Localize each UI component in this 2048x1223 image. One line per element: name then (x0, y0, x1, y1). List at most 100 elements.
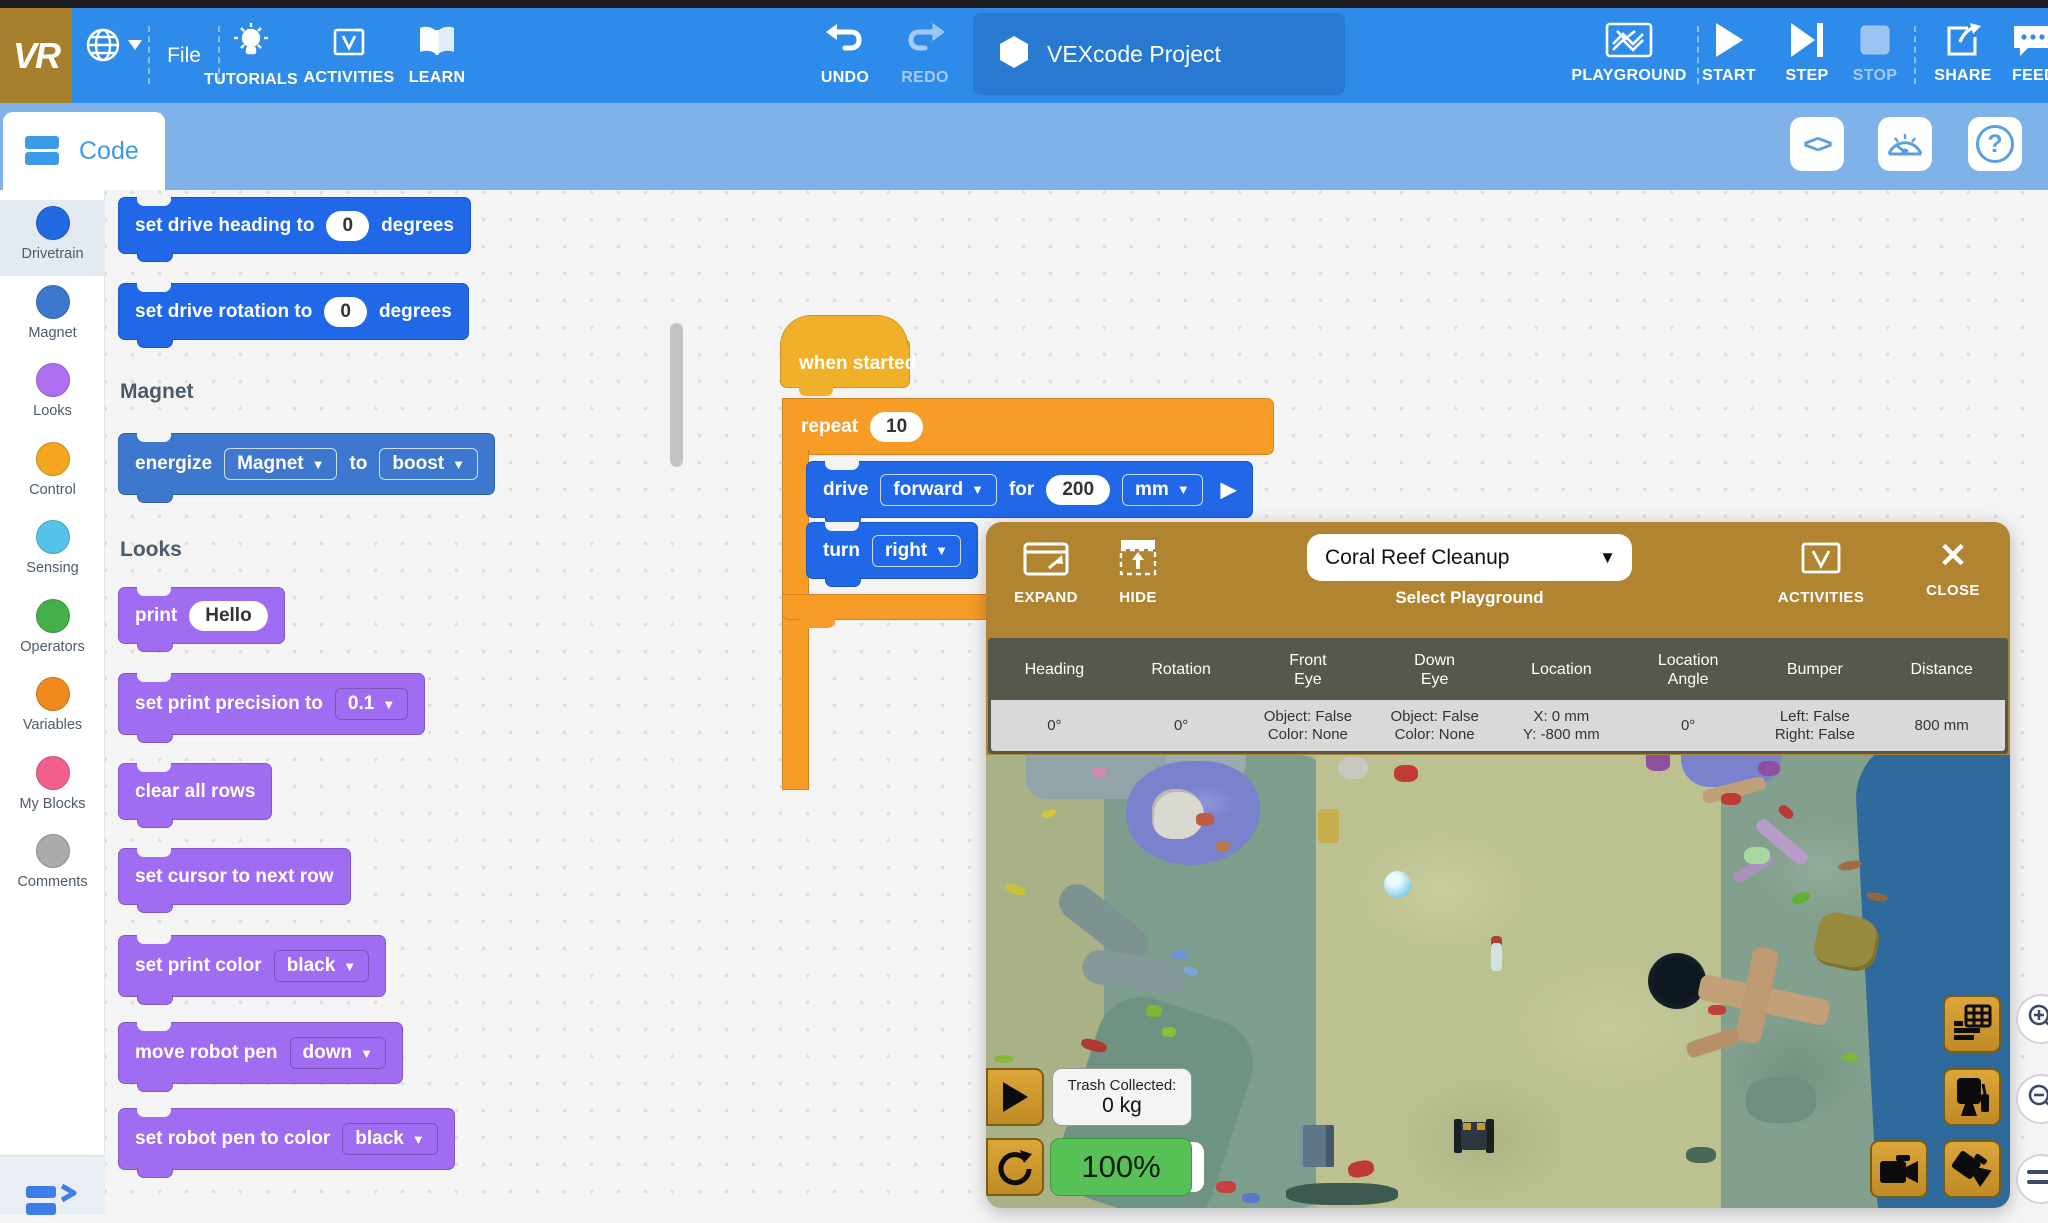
palette-block-set-drive-rotation[interactable]: set drive rotation to 0 degrees (118, 283, 469, 340)
number-input[interactable]: 0 (326, 211, 369, 241)
palette-block-set-print-precision[interactable]: set print precision to 0.1▼ (118, 673, 425, 735)
script-block-repeat[interactable]: repeat 10 (782, 398, 1274, 455)
run-block-icon[interactable]: ▶ (1221, 477, 1236, 502)
sidebar-item-variables[interactable]: Variables (0, 671, 105, 747)
help-button[interactable]: ? (1968, 117, 2022, 171)
pen-color-dropdown[interactable]: black▼ (342, 1123, 437, 1155)
learn-button[interactable]: LEARN (392, 24, 482, 87)
precision-dropdown[interactable]: 0.1▼ (335, 688, 408, 720)
undo-button[interactable]: UNDO (805, 22, 885, 87)
palette-block-clear-all-rows[interactable]: clear all rows (118, 763, 272, 820)
turn-direction-dropdown[interactable]: right▼ (872, 535, 961, 567)
activities-button[interactable]: ACTIVITIES (294, 24, 404, 87)
variables-color-dot (36, 677, 70, 711)
script-block-turn[interactable]: turn right▼ (806, 522, 978, 579)
script-block-drive[interactable]: drive forward▼ for 200 mm▼ ▶ (806, 461, 1253, 518)
playground-activities-button[interactable]: ACTIVITIES (1758, 538, 1884, 606)
checklist-icon (331, 24, 367, 65)
speech-bubble-icon (2012, 22, 2048, 63)
robot-monitor-icon (1953, 1076, 1991, 1118)
chevron-down-icon: ▼ (312, 457, 325, 472)
boost-dropdown[interactable]: boost▼ (379, 448, 478, 480)
sidebar-item-drivetrain[interactable]: Drivetrain (0, 200, 105, 276)
step-icon (1789, 22, 1825, 63)
menu-lines-icon (2027, 1166, 2048, 1193)
olive-rock (1811, 909, 1883, 975)
code-angle-brackets-icon: <> (1803, 129, 1831, 160)
redo-button[interactable]: REDO (885, 22, 965, 87)
robot-view-button[interactable] (1943, 1068, 2001, 1126)
close-playground-button[interactable]: ✕ CLOSE (1918, 538, 1988, 599)
start-icon (1714, 22, 1744, 63)
distance-input[interactable]: 200 (1046, 475, 1110, 505)
palette-block-set-cursor-next-row[interactable]: set cursor to next row (118, 848, 351, 905)
video-camera-button[interactable] (1870, 1140, 1928, 1198)
play-icon (1000, 1080, 1030, 1114)
step-button[interactable]: STEP (1778, 22, 1836, 85)
chevron-down-icon: ▼ (1599, 548, 1616, 568)
palette-scrollbar[interactable] (670, 323, 683, 467)
palette-block-energize[interactable]: energize Magnet▼ to boost▼ (118, 433, 495, 495)
repeat-count-input[interactable]: 10 (870, 412, 923, 442)
palette-block-move-robot-pen[interactable]: move robot pen down▼ (118, 1022, 403, 1084)
camera-angle-button[interactable] (1943, 1140, 2001, 1198)
magnet-dropdown[interactable]: Magnet▼ (224, 448, 337, 480)
start-button[interactable]: START (1700, 22, 1758, 85)
unit-dropdown[interactable]: mm▼ (1122, 474, 1203, 506)
tab-code[interactable]: Code (3, 112, 165, 190)
sensor-table-header: Heading Rotation Front Eye Down Eye Loca… (991, 641, 2005, 700)
sidebar-item-operators[interactable]: Operators (0, 593, 105, 669)
palette-block-set-print-color[interactable]: set print color black▼ (118, 935, 386, 997)
control-color-dot (36, 442, 70, 476)
video-camera-icon (1878, 1151, 1920, 1187)
text-input[interactable]: Hello (189, 601, 267, 631)
reset-project-button[interactable] (986, 1138, 1044, 1196)
select-playground-label: Select Playground (1307, 588, 1632, 608)
code-viewer-button[interactable]: <> (1790, 117, 1844, 171)
palette-block-set-drive-heading[interactable]: set drive heading to 0 degrees (118, 197, 471, 254)
book-icon (416, 24, 458, 65)
language-menu[interactable] (84, 26, 142, 64)
script-block-when-started[interactable]: when started (780, 340, 910, 388)
data-table-toggle-button[interactable] (1943, 995, 2001, 1053)
sidebar-item-my-blocks[interactable]: My Blocks (0, 750, 105, 826)
sidebar-item-comments[interactable]: Comments (0, 828, 105, 904)
stop-button[interactable]: STOP (1848, 24, 1902, 85)
reef-map-view[interactable]: Trash Collected: 0 kg 100% (986, 755, 2010, 1208)
playground-button[interactable]: PLAYGROUND (1573, 22, 1685, 85)
hexagon-icon (999, 35, 1029, 74)
sidebar-item-control[interactable]: Control (0, 436, 105, 512)
plane-wreck (1685, 1027, 1741, 1059)
drive-direction-dropdown[interactable]: forward▼ (880, 474, 997, 506)
block-category-sidebar: Drivetrain Magnet Looks Control Sensing … (0, 190, 105, 1155)
globe-icon (84, 26, 142, 64)
feedback-button[interactable]: FEED (2012, 22, 2048, 85)
share-button[interactable]: SHARE (1932, 22, 1994, 85)
secondary-toolbar: Code <> ? (0, 103, 2048, 190)
zoom-in-icon (2026, 1002, 2048, 1037)
hide-playground-button[interactable]: HIDE (1108, 538, 1168, 606)
playground-select[interactable]: Coral Reef Cleanup ▼ (1307, 534, 1632, 581)
looks-color-dot (36, 363, 70, 397)
palette-block-print[interactable]: print Hello (118, 587, 285, 644)
expand-playground-button[interactable]: EXPAND (1002, 538, 1090, 606)
expand-palette-icon[interactable] (26, 1184, 78, 1223)
palette-block-set-robot-pen-color[interactable]: set robot pen to color black▼ (118, 1108, 455, 1170)
close-icon: ✕ (1939, 538, 1968, 574)
tutorials-button[interactable]: TUTORIALS (196, 22, 306, 89)
print-color-dropdown[interactable]: black▼ (274, 950, 369, 982)
run-project-button[interactable] (986, 1068, 1044, 1126)
project-title: VEXcode Project (1047, 41, 1221, 68)
comments-color-dot (36, 834, 70, 868)
operators-color-dot (36, 599, 70, 633)
sidebar-item-looks[interactable]: Looks (0, 357, 105, 433)
sidebar-item-magnet[interactable]: Magnet (0, 279, 105, 355)
project-title-box[interactable]: VEXcode Project (973, 13, 1345, 95)
pen-move-dropdown[interactable]: down▼ (290, 1037, 386, 1069)
vr-robot (1454, 1119, 1494, 1153)
toolbar-separator (1914, 26, 1916, 84)
number-input[interactable]: 0 (324, 297, 367, 327)
sidebar-item-sensing[interactable]: Sensing (0, 514, 105, 590)
dashboard-button[interactable] (1878, 117, 1932, 171)
speed-indicator[interactable]: 100% (1050, 1138, 1192, 1196)
